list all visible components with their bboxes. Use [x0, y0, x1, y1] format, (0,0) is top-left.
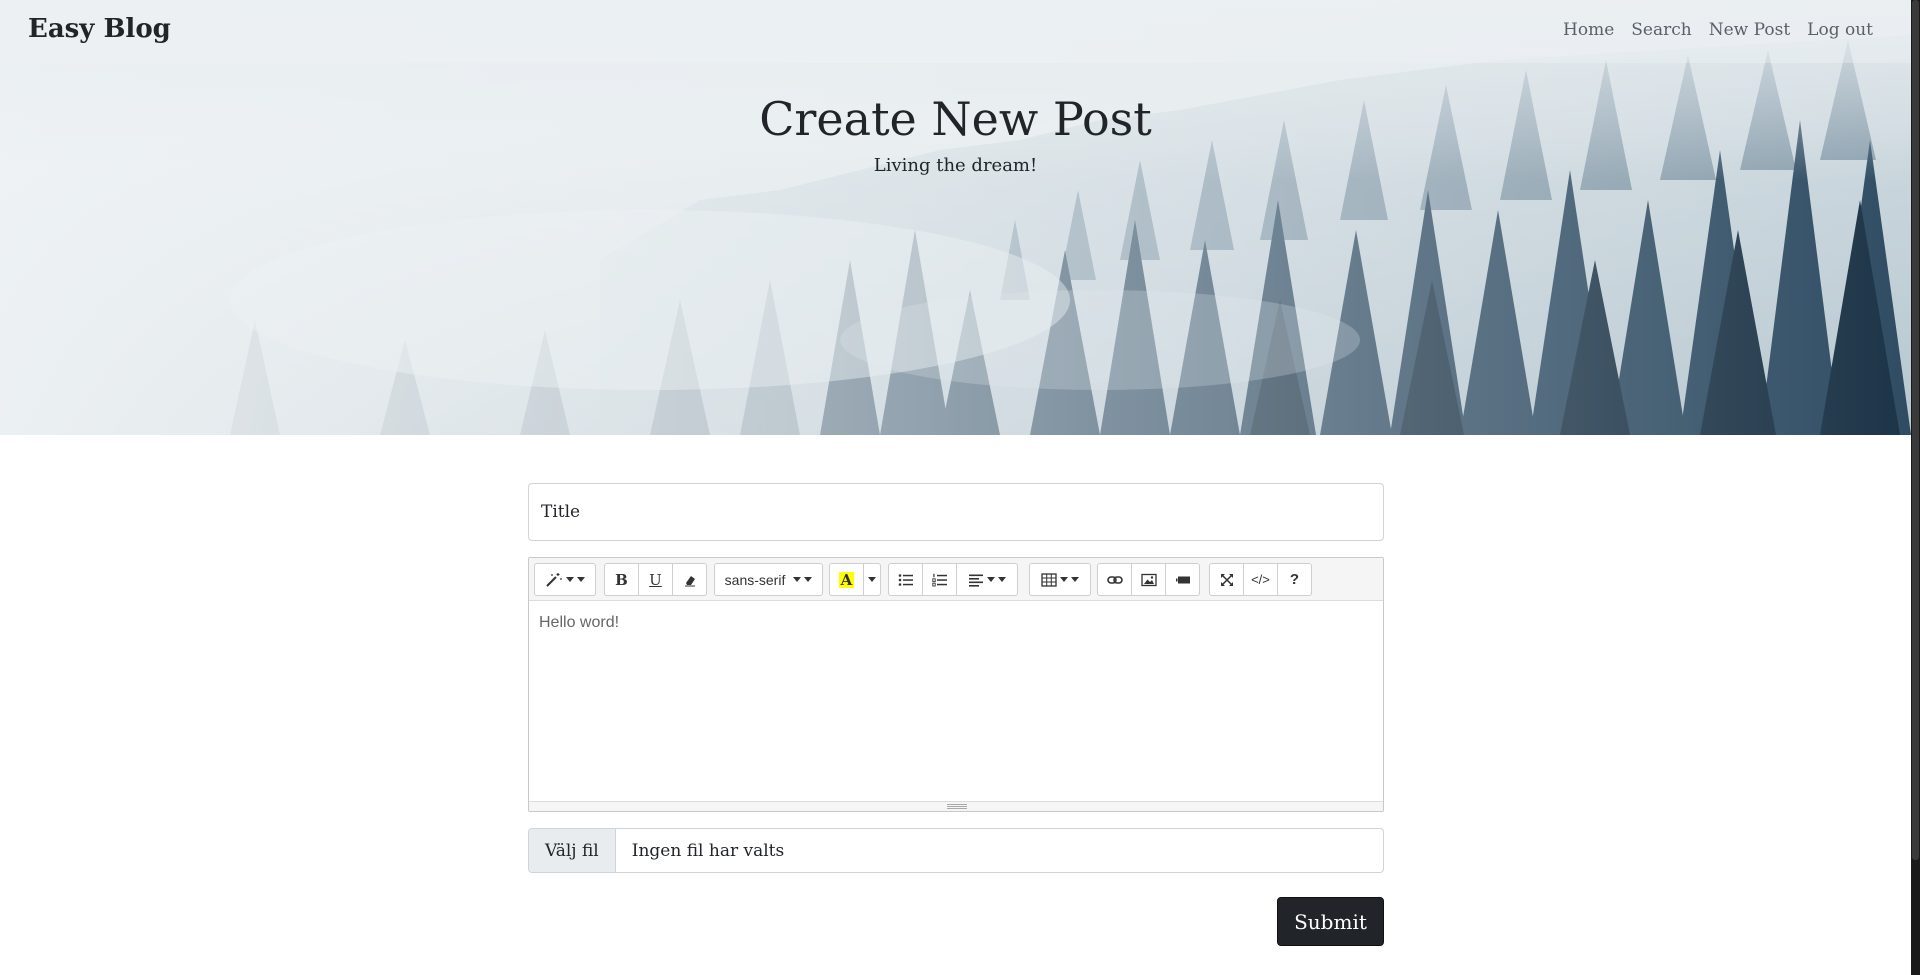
- fullscreen-icon: [1220, 573, 1233, 586]
- chevron-down-icon: [1060, 577, 1068, 582]
- toolbar-group-color: A: [829, 563, 881, 596]
- nav-links: Home Search New Post Log out: [1563, 20, 1873, 40]
- color-dropdown-button[interactable]: [863, 563, 881, 596]
- toolbar-group-view: </> ?: [1209, 563, 1312, 596]
- ordered-list-button[interactable]: [922, 563, 957, 596]
- link-icon: [1106, 575, 1123, 584]
- code-view-button[interactable]: </>: [1243, 563, 1278, 596]
- chevron-down-icon: [1071, 577, 1079, 582]
- nav-link-search[interactable]: Search: [1631, 20, 1691, 40]
- paragraph-align-dropdown[interactable]: [956, 563, 1018, 596]
- file-status-text: Ingen fil har valts: [631, 840, 785, 861]
- page-title: Create New Post: [759, 92, 1152, 146]
- toolbar-group-style: [534, 563, 596, 596]
- choose-file-button[interactable]: Välj fil: [529, 829, 616, 872]
- file-upload-field[interactable]: Välj fil Ingen fil har valts: [528, 828, 1384, 873]
- numbered-list-icon: [931, 573, 947, 586]
- chevron-down-icon: [998, 577, 1006, 582]
- editor-toolbar: B U sans-serif A </> ?: [529, 558, 1383, 601]
- toolbar-group-table: [1029, 563, 1091, 596]
- toolbar-group-font-name: sans-serif: [714, 563, 823, 596]
- bold-icon: B: [615, 570, 628, 589]
- chevron-down-icon: [868, 577, 876, 582]
- table-icon: [1041, 572, 1057, 587]
- unordered-list-button[interactable]: [888, 563, 923, 596]
- rich-text-editor: B U sans-serif A </> ? Hello word!: [528, 557, 1384, 812]
- toolbar-group-insert: [1097, 563, 1200, 596]
- page-scrollbar[interactable]: [1911, 0, 1920, 975]
- picture-icon: [1140, 573, 1157, 586]
- nav-link-home[interactable]: Home: [1563, 20, 1614, 40]
- underline-icon: U: [649, 570, 662, 589]
- top-navbar: Easy Blog Home Search New Post Log out: [0, 0, 1911, 63]
- chevron-down-icon: [793, 577, 802, 582]
- hero-header: Easy Blog Home Search New Post Log out C…: [0, 0, 1911, 435]
- help-button[interactable]: ?: [1277, 563, 1312, 596]
- page: Easy Blog Home Search New Post Log out C…: [0, 0, 1911, 975]
- brand-logo-link[interactable]: Easy Blog: [28, 14, 171, 44]
- scrollbar-thumb[interactable]: [1912, 0, 1919, 860]
- style-dropdown-button[interactable]: [534, 563, 596, 596]
- eraser-icon: [684, 575, 695, 586]
- chevron-down-icon: [804, 577, 813, 582]
- resize-grip-icon: [947, 804, 967, 809]
- submit-button[interactable]: Submit: [1277, 897, 1384, 946]
- editor-content-area[interactable]: Hello word!: [529, 602, 1383, 801]
- font-family-value: sans-serif: [724, 571, 786, 588]
- highlight-color-icon: A: [838, 570, 855, 589]
- magic-wand-icon: [546, 572, 562, 587]
- chevron-down-icon: [577, 577, 585, 582]
- video-icon: [1175, 576, 1190, 583]
- editor-resize-bar[interactable]: [529, 801, 1383, 811]
- toolbar-group-font-style: B U: [604, 563, 707, 596]
- chevron-down-icon: [987, 577, 995, 582]
- toolbar-group-lists: [888, 563, 1018, 596]
- bold-button[interactable]: B: [604, 563, 639, 596]
- chevron-down-icon: [566, 577, 574, 582]
- underline-button[interactable]: U: [638, 563, 673, 596]
- bullet-list-icon: [898, 573, 913, 586]
- text-highlight-button[interactable]: A: [829, 563, 864, 596]
- clear-format-button[interactable]: [672, 563, 707, 596]
- help-icon: ?: [1289, 571, 1300, 588]
- insert-video-button[interactable]: [1165, 563, 1200, 596]
- table-dropdown-button[interactable]: [1029, 563, 1091, 596]
- hero-background-image: [0, 0, 1911, 435]
- title-input[interactable]: [528, 483, 1384, 541]
- insert-picture-button[interactable]: [1131, 563, 1166, 596]
- page-subtitle: Living the dream!: [873, 155, 1038, 176]
- nav-link-log-out[interactable]: Log out: [1807, 20, 1873, 40]
- align-left-icon: [969, 574, 983, 587]
- nav-link-new-post[interactable]: New Post: [1709, 20, 1790, 40]
- insert-link-button[interactable]: [1097, 563, 1132, 596]
- code-icon: </>: [1251, 572, 1270, 587]
- fullscreen-button[interactable]: [1209, 563, 1244, 596]
- font-family-dropdown[interactable]: sans-serif: [714, 563, 823, 596]
